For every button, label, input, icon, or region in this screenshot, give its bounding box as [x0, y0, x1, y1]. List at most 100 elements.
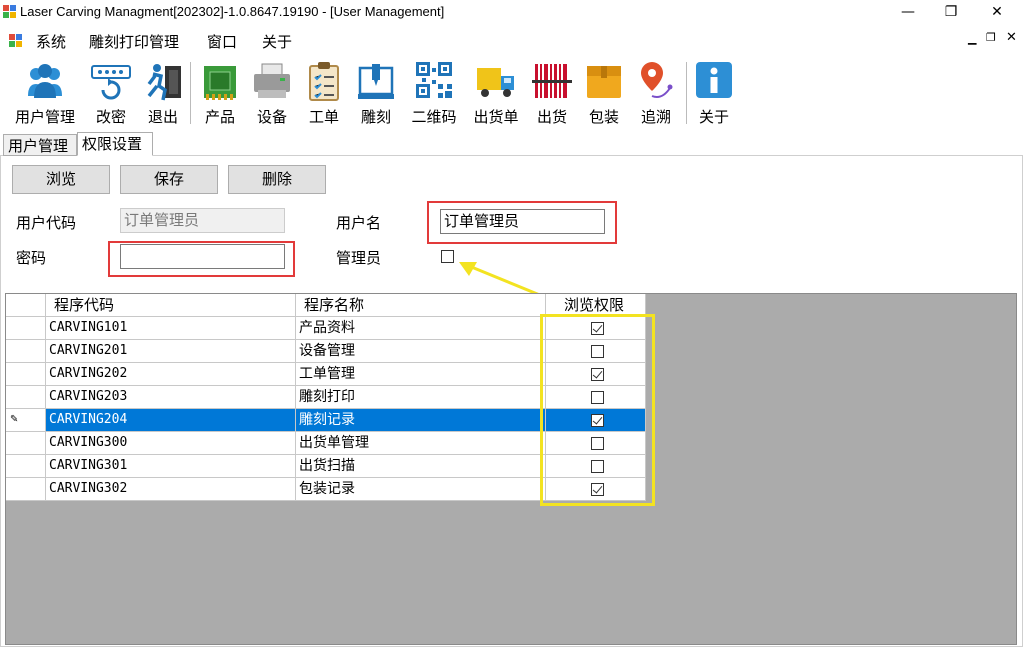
program-code-cell[interactable]: CARVING300	[46, 432, 296, 455]
toolbar-shipping-button[interactable]: 出货	[530, 56, 574, 128]
tab-permission-settings[interactable]: 权限设置	[77, 132, 153, 156]
menu-carving-print[interactable]: 雕刻打印管理	[89, 31, 179, 52]
program-code-cell[interactable]: CARVING301	[46, 455, 296, 478]
mdi-child-icon[interactable]	[9, 34, 23, 48]
password-icon	[91, 65, 131, 100]
info-icon	[696, 62, 732, 98]
user-name-field[interactable]: 订单管理员	[440, 209, 605, 234]
toolbar-label: 设备	[256, 108, 287, 126]
admin-label: 管理员	[336, 249, 382, 267]
browse-button[interactable]: 浏览	[12, 165, 110, 194]
row-header[interactable]	[6, 340, 46, 363]
user-code-label: 用户代码	[16, 214, 77, 232]
program-code-cell[interactable]: CARVING204	[46, 409, 296, 432]
tab-user-management[interactable]: 用户管理	[3, 134, 77, 156]
program-name-cell[interactable]: 包装记录	[296, 478, 546, 501]
row-header[interactable]	[6, 363, 46, 386]
user-name-label: 用户名	[336, 214, 382, 232]
toolbar-label: 改密	[95, 108, 126, 126]
menu-window[interactable]: 窗口	[207, 31, 237, 52]
program-name-cell[interactable]: 出货单管理	[296, 432, 546, 455]
toolbar-change-password-button[interactable]: 改密	[88, 56, 134, 128]
toolbar-user-management-button[interactable]: 用户管理	[10, 56, 80, 128]
toolbar-label: 用户管理	[14, 108, 75, 126]
close-button[interactable]: ✕	[982, 2, 1012, 22]
toolbar-label: 退出	[147, 108, 178, 126]
toolbar-label: 二维码	[411, 108, 457, 126]
program-name-cell[interactable]: 雕刻打印	[296, 386, 546, 409]
box-icon	[587, 66, 621, 98]
minimize-button[interactable]: —	[893, 2, 923, 22]
toolbar-device-button[interactable]: 设备	[250, 56, 294, 128]
column-header-program-code[interactable]: 程序代码	[46, 294, 296, 317]
program-name-cell[interactable]: 工单管理	[296, 363, 546, 386]
engraver-icon	[358, 64, 394, 99]
chip-icon	[204, 66, 236, 100]
toolbar-qrcode-button[interactable]: 二维码	[406, 56, 462, 128]
row-header[interactable]	[6, 432, 46, 455]
program-name-cell[interactable]: 出货扫描	[296, 455, 546, 478]
mdi-minimize-button[interactable]: ▁	[968, 32, 976, 45]
toolbar-separator	[190, 62, 191, 124]
program-code-cell[interactable]: CARVING302	[46, 478, 296, 501]
program-code-cell[interactable]: CARVING203	[46, 386, 296, 409]
toolbar-label: 雕刻	[360, 108, 391, 126]
toolbar-engrave-button[interactable]: 雕刻	[354, 56, 398, 128]
column-header-program-name[interactable]: 程序名称	[296, 294, 546, 317]
barcode-icon	[532, 64, 572, 98]
password-field[interactable]	[120, 244, 285, 269]
exit-icon	[147, 64, 181, 101]
delete-button[interactable]: 删除	[228, 165, 326, 194]
qrcode-icon	[416, 62, 452, 98]
maximize-button[interactable]: ❐	[936, 2, 966, 22]
title-bar: Laser Carving Managment[202302]-1.0.8647…	[0, 0, 1023, 24]
password-label: 密码	[16, 249, 47, 267]
toolbar-trace-button[interactable]: 追溯	[634, 56, 678, 128]
mdi-close-button[interactable]: ✕	[1006, 30, 1017, 45]
menu-bar: 系统 雕刻打印管理 窗口 关于	[0, 26, 1023, 54]
admin-checkbox[interactable]	[441, 250, 454, 263]
toolbar-product-button[interactable]: 产品	[198, 56, 242, 128]
mdi-restore-button[interactable]: ❐	[986, 31, 996, 44]
save-button[interactable]: 保存	[120, 165, 218, 194]
toolbar-label: 追溯	[640, 108, 671, 126]
user-code-field[interactable]: 订单管理员	[120, 208, 285, 233]
toolbar-about-button[interactable]: 关于	[692, 56, 736, 128]
row-header[interactable]	[6, 478, 46, 501]
toolbar-label: 关于	[698, 108, 729, 126]
toolbar: 用户管理 改密 退出 产品 设备 工单 雕刻 二维码 出货单 出货 包装 追溯 …	[0, 56, 1023, 130]
printer-icon	[254, 63, 290, 98]
program-code-cell[interactable]: CARVING101	[46, 317, 296, 340]
toolbar-label: 包装	[588, 108, 619, 126]
toolbar-separator	[686, 62, 687, 124]
toolbar-exit-button[interactable]: 退出	[142, 56, 184, 128]
menu-about[interactable]: 关于	[262, 31, 292, 52]
program-name-cell[interactable]: 设备管理	[296, 340, 546, 363]
clipboard-icon	[309, 62, 339, 101]
row-header[interactable]	[6, 317, 46, 340]
toolbar-label: 出货	[536, 108, 567, 126]
toolbar-label: 工单	[308, 108, 339, 126]
truck-icon	[477, 68, 514, 97]
program-code-cell[interactable]: CARVING201	[46, 340, 296, 363]
window-title: Laser Carving Managment[202302]-1.0.8647…	[20, 4, 445, 19]
toolbar-packaging-button[interactable]: 包装	[582, 56, 626, 128]
location-icon	[641, 62, 673, 98]
row-header[interactable]: ✎	[6, 409, 46, 432]
users-icon	[28, 64, 62, 98]
permission-grid: 程序代码 程序名称 浏览权限 CARVING101 产品资料 CARVING201 设…	[5, 293, 1017, 645]
row-header-corner	[6, 294, 46, 317]
menu-system[interactable]: 系统	[36, 31, 66, 52]
program-code-cell[interactable]: CARVING202	[46, 363, 296, 386]
toolbar-label: 产品	[204, 108, 235, 126]
browse-permission-highlight	[540, 314, 655, 506]
row-header[interactable]	[6, 455, 46, 478]
app-icon	[3, 5, 16, 18]
toolbar-work-order-button[interactable]: 工单	[302, 56, 346, 128]
program-name-cell[interactable]: 雕刻记录	[296, 409, 546, 432]
edit-row-icon: ✎	[10, 414, 19, 425]
toolbar-label: 出货单	[473, 108, 519, 126]
program-name-cell[interactable]: 产品资料	[296, 317, 546, 340]
toolbar-shipping-order-button[interactable]: 出货单	[468, 56, 524, 128]
row-header[interactable]	[6, 386, 46, 409]
